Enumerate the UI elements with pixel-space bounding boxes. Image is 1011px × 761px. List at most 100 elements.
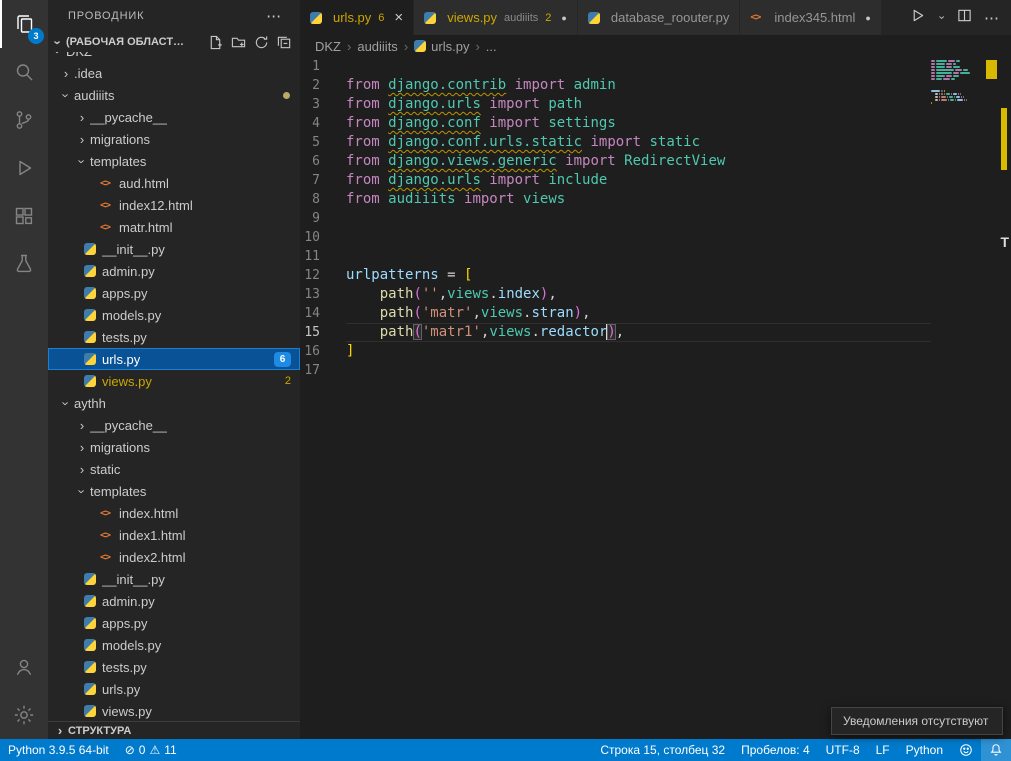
code-line[interactable]: 17 (300, 361, 931, 380)
code-line[interactable]: 7from django.urls import include (300, 171, 931, 190)
tree-file-index1.html[interactable]: <>index1.html (48, 524, 300, 546)
search-icon[interactable] (0, 48, 48, 96)
overview-ruler[interactable]: T (997, 57, 1011, 739)
tree-file-admin.py[interactable]: admin.py (48, 260, 300, 282)
new-file-icon[interactable] (205, 32, 225, 52)
tree-file-index.html[interactable]: <>index.html (48, 502, 300, 524)
tree-folder-__pycache__[interactable]: ›__pycache__ (48, 106, 300, 128)
new-folder-icon[interactable] (228, 32, 248, 52)
tree-file-apps.py[interactable]: apps.py (48, 282, 300, 304)
collapse-all-icon[interactable] (274, 32, 294, 52)
code-line[interactable]: 2from django.contrib import admin (300, 76, 931, 95)
cursor-position-status[interactable]: Строка 15, столбец 32 (592, 739, 733, 761)
code-line[interactable]: 4from django.conf import settings (300, 114, 931, 133)
more-actions-icon[interactable]: ⋯ (984, 9, 999, 27)
tree-file-models.py[interactable]: models.py (48, 304, 300, 326)
overview-artifact: T (1000, 234, 1009, 250)
tree-folder-static[interactable]: ›static (48, 458, 300, 480)
tree-file-apps.py[interactable]: apps.py (48, 612, 300, 634)
more-actions-icon[interactable]: ⋯ (266, 7, 282, 25)
code-line[interactable]: 12urlpatterns = [ (300, 266, 931, 285)
tree-file-tests.py[interactable]: tests.py (48, 656, 300, 678)
breadcrumb: DKZ›audiiits›urls.py›... (300, 35, 1011, 57)
tree-folder-aythh[interactable]: ›aythh (48, 392, 300, 414)
notification-toast[interactable]: Уведомления отсутствуют (831, 707, 1003, 735)
tree-file-index2.html[interactable]: <>index2.html (48, 546, 300, 568)
tree-folder-templates[interactable]: ›templates (48, 150, 300, 172)
tree-file-views.py[interactable]: views.py (48, 700, 300, 721)
tree-file-admin.py[interactable]: admin.py (48, 590, 300, 612)
tree-folder-templates[interactable]: ›templates (48, 480, 300, 502)
code-line[interactable]: 16] (300, 342, 931, 361)
vscode-window: 3 ПРОВОДНИК ⋯ › (РАБОЧАЯ ОБ (0, 0, 1011, 761)
language-mode-status[interactable]: Python (898, 739, 951, 761)
testing-icon[interactable] (0, 240, 48, 288)
tree-file-__init__.py[interactable]: __init__.py (48, 238, 300, 260)
tree-folder-__pycache__[interactable]: ›__pycache__ (48, 414, 300, 436)
extensions-icon[interactable] (0, 192, 48, 240)
line-number: 6 (300, 152, 346, 171)
eol-status[interactable]: LF (868, 739, 898, 761)
code-line[interactable]: 13 path('',views.index), (300, 285, 931, 304)
code-line[interactable]: 5from django.conf.urls.static import sta… (300, 133, 931, 152)
tree-file-tests.py[interactable]: tests.py (48, 326, 300, 348)
tab-database_roouter.py[interactable]: database_roouter.py (578, 0, 741, 35)
tree-file-views.py[interactable]: views.py2 (48, 370, 300, 392)
feedback-icon[interactable] (951, 739, 981, 761)
tree-file-index12.html[interactable]: <>index12.html (48, 194, 300, 216)
workspace-section-header[interactable]: › (РАБОЧАЯ ОБЛАСТЬ) ... (48, 32, 300, 52)
minimap[interactable] (931, 57, 997, 108)
breadcrumb-item[interactable]: audiiits (357, 39, 397, 54)
refresh-icon[interactable] (251, 32, 271, 52)
tree-folder-audiiits[interactable]: ›audiiits (48, 84, 300, 106)
tree-folder-DKZ[interactable]: ›DKZ (48, 52, 300, 62)
code-line[interactable]: 9 (300, 209, 931, 228)
breadcrumb-item[interactable]: DKZ (315, 39, 341, 54)
source-control-icon[interactable] (0, 96, 48, 144)
code-line[interactable]: 14 path('matr',views.stran), (300, 304, 931, 323)
code-line[interactable]: 15 path('matr1',views.redactor), (300, 323, 931, 342)
python-icon (84, 331, 96, 343)
structure-section-header[interactable]: › СТРУКТУРА (48, 721, 300, 739)
tab-index345.html[interactable]: <>index345.html● (740, 0, 881, 35)
tree-folder-migrations[interactable]: ›migrations (48, 128, 300, 150)
tree-file-matr.html[interactable]: <>matr.html (48, 216, 300, 238)
breadcrumb-item[interactable]: ... (486, 39, 497, 54)
code-line[interactable]: 1 (300, 57, 931, 76)
workspace-label: (РАБОЧАЯ ОБЛАСТЬ) ... (66, 36, 186, 48)
token: from (346, 115, 388, 131)
breadcrumb-item[interactable]: urls.py (431, 39, 469, 54)
tab-views.py[interactable]: views.pyaudiiits2● (414, 0, 578, 35)
tree-file-urls.py[interactable]: urls.py6 (48, 348, 300, 370)
run-python-file-icon[interactable] (910, 8, 925, 28)
tree-file-__init__.py[interactable]: __init__.py (48, 568, 300, 590)
tree-file-aud.html[interactable]: <>aud.html (48, 172, 300, 194)
notifications-bell-icon[interactable] (981, 739, 1011, 761)
run-dropdown-chevron-icon[interactable]: › (936, 14, 947, 22)
code-line[interactable]: 11 (300, 247, 931, 266)
line-number: 15 (300, 323, 346, 342)
tree-item-label: DKZ (66, 52, 92, 59)
encoding-status[interactable]: UTF-8 (818, 739, 868, 761)
explorer-icon[interactable]: 3 (0, 0, 48, 48)
indentation-status[interactable]: Пробелов: 4 (733, 739, 818, 761)
settings-gear-icon[interactable] (0, 691, 48, 739)
problems-status[interactable]: ⊘ 0 ⚠ 11 (117, 739, 185, 761)
code-line[interactable]: 3from django.urls import path (300, 95, 931, 114)
python-interpreter-status[interactable]: Python 3.9.5 64-bit (0, 739, 117, 761)
split-editor-icon[interactable] (957, 8, 972, 28)
close-icon[interactable]: × (394, 10, 403, 25)
code-line[interactable]: 10 (300, 228, 931, 247)
token: stran (531, 305, 573, 321)
tree-folder-.idea[interactable]: ›.idea (48, 62, 300, 84)
code-editor: 12from django.contrib import admin3from … (300, 57, 1011, 739)
accounts-icon[interactable] (0, 643, 48, 691)
tree-file-models.py[interactable]: models.py (48, 634, 300, 656)
tree-file-urls.py[interactable]: urls.py (48, 678, 300, 700)
code-line[interactable]: 8from audiiits import views (300, 190, 931, 209)
tree-folder-migrations[interactable]: ›migrations (48, 436, 300, 458)
tab-problems-badge: 6 (378, 12, 384, 24)
tab-urls.py[interactable]: urls.py6× (300, 0, 414, 35)
code-line[interactable]: 6from django.views.generic import Redire… (300, 152, 931, 171)
run-and-debug-icon[interactable] (0, 144, 48, 192)
